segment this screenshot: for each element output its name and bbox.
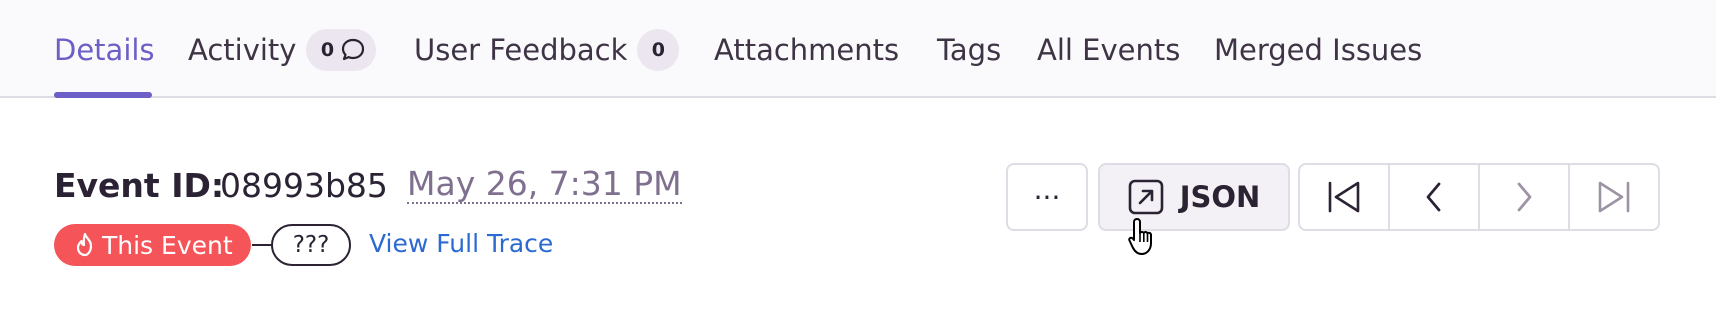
tab-label: Details	[54, 33, 155, 67]
tab-attachments[interactable]: Attachments	[714, 28, 899, 72]
json-label: JSON	[1179, 180, 1261, 214]
last-event-icon	[1598, 181, 1630, 213]
next-event-icon	[1517, 182, 1532, 212]
tab-label: User Feedback	[414, 33, 628, 67]
active-tab-indicator	[54, 92, 152, 98]
more-actions-button[interactable]: ···	[1006, 163, 1088, 231]
previous-event-icon	[1426, 182, 1441, 212]
comment-icon	[341, 38, 365, 61]
unknown-trace-node: ???	[271, 224, 351, 266]
next-event-button[interactable]	[1480, 165, 1570, 229]
activity-count-badge: 0	[306, 29, 377, 71]
tab-user-feedback[interactable]: User Feedback 0	[414, 28, 680, 72]
tab-merged-issues[interactable]: Merged Issues	[1214, 28, 1422, 72]
event-id-label: Event ID:	[54, 166, 225, 205]
tab-label: Attachments	[714, 33, 900, 67]
tab-activity[interactable]: Activity 0	[188, 28, 377, 72]
event-navigation	[1298, 163, 1660, 231]
tab-bar: Details Activity 0 User Feedback 0 Attac…	[0, 0, 1716, 98]
first-event-button[interactable]	[1300, 165, 1390, 229]
trace-connector	[252, 244, 272, 246]
view-full-trace-link[interactable]: View Full Trace	[369, 229, 553, 258]
this-event-badge: This Event	[54, 224, 251, 266]
tab-label: All Events	[1037, 33, 1181, 67]
badge-count: 0	[320, 39, 335, 61]
last-event-button[interactable]	[1570, 165, 1658, 229]
first-event-icon	[1328, 181, 1360, 213]
tab-label: Merged Issues	[1214, 33, 1423, 67]
this-event-label: This Event	[102, 230, 233, 260]
event-date[interactable]: May 26, 7:31 PM	[407, 166, 682, 204]
tab-label: Tags	[937, 33, 1002, 67]
pointer-cursor-icon	[1128, 218, 1152, 255]
badge-count: 0	[651, 39, 666, 61]
tab-tags[interactable]: Tags	[937, 28, 1001, 72]
open-external-icon	[1128, 179, 1163, 215]
user-feedback-count-badge: 0	[637, 29, 680, 71]
event-id-value: 08993b85	[220, 166, 388, 205]
json-button[interactable]: JSON	[1098, 163, 1290, 231]
previous-event-button[interactable]	[1390, 165, 1480, 229]
fire-icon	[76, 232, 93, 257]
ellipsis-icon: ···	[1033, 180, 1061, 214]
tab-label: Activity	[188, 33, 297, 67]
unknown-trace-label: ???	[292, 232, 330, 258]
tab-details[interactable]: Details	[54, 28, 155, 72]
tab-all-events[interactable]: All Events	[1037, 28, 1180, 72]
